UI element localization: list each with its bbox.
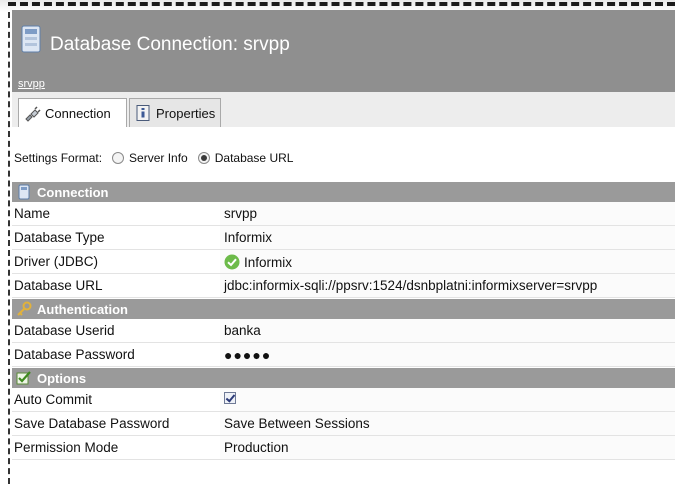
property-label: Name xyxy=(14,206,51,221)
property-row-save-password[interactable]: Save Database Password Save Between Sess… xyxy=(12,412,675,436)
database-icon xyxy=(21,25,41,53)
property-label: Driver (JDBC) xyxy=(14,254,98,269)
property-label: Database Type xyxy=(14,230,105,245)
selection-border-left xyxy=(8,12,10,484)
property-label: Database Userid xyxy=(14,323,115,338)
radio-server-info[interactable] xyxy=(112,152,125,164)
property-value[interactable]: banka xyxy=(224,323,261,338)
key-icon xyxy=(17,301,32,316)
property-value[interactable]: Informix xyxy=(224,230,272,245)
property-label: Database URL xyxy=(14,278,103,293)
property-value[interactable]: jdbc:informix-sqli://ppsrv:1524/dsnbplat… xyxy=(224,278,597,293)
property-row-password[interactable]: Database Password ●●●●● xyxy=(12,343,675,367)
property-value[interactable] xyxy=(224,392,236,404)
property-row-permission-mode[interactable]: Permission Mode Production xyxy=(12,436,675,460)
properties-icon xyxy=(136,105,150,121)
property-value[interactable]: Informix xyxy=(224,254,292,270)
checkmark-icon xyxy=(16,371,31,385)
property-row-driver[interactable]: Driver (JDBC) Informix xyxy=(12,250,675,274)
section-authentication: Authentication xyxy=(12,299,675,319)
section-connection-title: Connection xyxy=(37,184,109,200)
tab-properties[interactable]: Properties xyxy=(129,98,221,127)
property-value[interactable]: Save Between Sessions xyxy=(224,416,370,431)
settings-format-label: Settings Format: xyxy=(14,151,103,165)
radio-database-url-label[interactable]: Database URL xyxy=(215,151,294,165)
section-options: Options xyxy=(12,368,675,388)
plug-icon xyxy=(25,105,41,122)
property-label: Auto Commit xyxy=(14,392,93,407)
selection-border-top xyxy=(8,2,675,6)
page-title: Database Connection: srvpp xyxy=(50,34,290,55)
section-authentication-title: Authentication xyxy=(37,301,128,317)
connection-panel: Settings Format: Server Info Database UR… xyxy=(12,127,675,484)
tab-connection[interactable]: Connection xyxy=(18,98,127,128)
property-label: Permission Mode xyxy=(14,440,119,455)
tab-properties-label: Properties xyxy=(156,105,216,121)
section-connection: Connection xyxy=(12,182,675,202)
auto-commit-checkbox[interactable] xyxy=(224,392,236,404)
password-value[interactable]: ●●●●● xyxy=(224,347,271,363)
property-row-database-type[interactable]: Database Type Informix xyxy=(12,226,675,250)
property-value[interactable]: srvpp xyxy=(224,206,257,221)
settings-format: Settings Format: Server Info Database UR… xyxy=(14,151,293,165)
property-row-auto-commit[interactable]: Auto Commit xyxy=(12,388,675,412)
tab-connection-label: Connection xyxy=(45,106,111,121)
property-label: Database Password xyxy=(14,347,135,362)
check-circle-icon xyxy=(224,254,240,270)
editor-header: Database Connection: srvpp srvpp xyxy=(12,10,675,92)
radio-database-url[interactable] xyxy=(197,152,210,164)
database-icon xyxy=(18,184,30,200)
property-label: Save Database Password xyxy=(14,416,170,431)
property-value[interactable]: Production xyxy=(224,440,289,455)
tab-bar: Connection Properties xyxy=(12,92,675,128)
radio-server-info-label[interactable]: Server Info xyxy=(129,151,188,165)
property-row-userid[interactable]: Database Userid banka xyxy=(12,319,675,343)
section-options-title: Options xyxy=(37,370,87,386)
breadcrumb-link[interactable]: srvpp xyxy=(18,78,45,90)
property-row-name[interactable]: Name srvpp xyxy=(12,202,675,226)
property-row-database-url[interactable]: Database URL jdbc:informix-sqli://ppsrv:… xyxy=(12,274,675,298)
